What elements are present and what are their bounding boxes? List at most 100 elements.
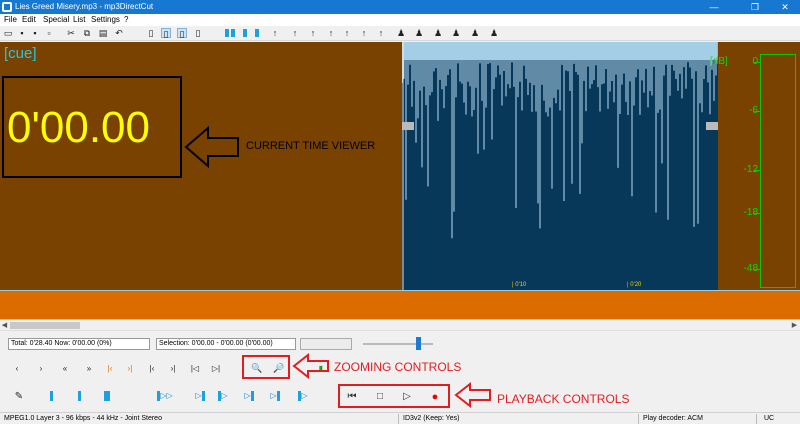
pencil-icon[interactable]: ✎ — [14, 392, 24, 402]
waveform-graph — [402, 42, 718, 290]
step-forward-icon[interactable]: › — [36, 364, 46, 374]
menu-settings[interactable]: Settings — [91, 15, 120, 24]
menu-bar: File Edit Special List Settings ? — [0, 14, 800, 26]
zoom-out-button[interactable]: 🔎 — [272, 362, 286, 374]
user-icon[interactable]: ♟ — [396, 28, 406, 38]
waveform-view[interactable]: | 0'10 | 0'20 — [402, 42, 718, 290]
cut-end-icon[interactable] — [74, 391, 84, 401]
set-cue-icon[interactable]: ↑ — [290, 28, 300, 38]
set-cue-icon[interactable]: ↑ — [326, 28, 336, 38]
current-time-value: 0'00.00 — [7, 103, 150, 152]
app-icon — [2, 2, 12, 12]
ruler-label: | 0'10 — [512, 282, 527, 288]
previous-button[interactable]: ⏮ — [345, 390, 359, 404]
scroll-thumb[interactable] — [10, 322, 80, 329]
set-cue-icon[interactable]: ↑ — [308, 28, 318, 38]
set-start-icon[interactable]: ↑ — [270, 28, 280, 38]
volume-slider-thumb[interactable] — [416, 337, 421, 350]
next-marker-icon[interactable]: ›| — [168, 364, 178, 374]
menu-file[interactable]: File — [4, 15, 17, 24]
db-unit-label: [dB] — [710, 56, 728, 67]
save-selection-icon[interactable]: ▪ — [30, 28, 40, 38]
title-bar: Lies Greed Misery.mp3 - mp3DirectCut — ❐… — [0, 0, 800, 14]
mode-status: UC — [764, 415, 775, 422]
record-button[interactable]: ● — [428, 390, 442, 404]
ruler-label: | 0'20 — [627, 282, 642, 288]
blank-field — [300, 338, 352, 350]
zoom-annotation: ZOOMING CONTROLS — [334, 360, 462, 374]
toolbar: ▭ ▪ ▪ ▫ ✂ ⧉ ▤ ↶ ▯ ▯ ▯ ▯ ↑ ↑ ↑ ↑ ↑ ↑ ↑ ♟ … — [0, 26, 800, 41]
cue-label: [cue] — [4, 45, 37, 62]
selection-display: Selection: 0'00.00 - 0'00.00 (0'00.00) — [156, 338, 296, 350]
user-icon[interactable]: ♟ — [433, 28, 443, 38]
stop-button[interactable]: □ — [373, 390, 387, 404]
annotation-arrow-icon — [184, 126, 239, 168]
current-time-annotation: CURRENT TIME VIEWER — [246, 140, 376, 152]
menu-edit[interactable]: Edit — [22, 15, 36, 24]
go-start-icon[interactable]: |◁ — [190, 364, 200, 374]
selection-left-icon[interactable]: ▷ — [190, 391, 210, 401]
volume-slider-track[interactable] — [363, 343, 433, 345]
status-bar: MPEG1.0 Layer 3 - 96 kbps - 44 kHz - Joi… — [0, 412, 800, 424]
save-icon[interactable]: ▪ — [17, 28, 27, 38]
overview-strip[interactable] — [0, 290, 800, 320]
minimize-button[interactable]: — — [700, 0, 728, 14]
page-view-2-icon[interactable]: ▯ — [177, 28, 187, 39]
user-icon[interactable]: ♟ — [489, 28, 499, 38]
forward-icon[interactable]: » — [84, 364, 94, 374]
print-icon[interactable]: ▫ — [44, 28, 54, 38]
horizontal-scrollbar[interactable]: ◀ ▶ — [0, 320, 800, 331]
close-button[interactable]: ✕ — [771, 0, 799, 14]
right-handle[interactable] — [706, 122, 718, 130]
open-icon[interactable]: ▭ — [3, 28, 13, 38]
format-status: MPEG1.0 Layer 3 - 96 kbps - 44 kHz - Joi… — [4, 415, 162, 422]
cue-panel: [cue] 0'00.00 CURRENT TIME VIEWER — [0, 42, 402, 290]
user-icon[interactable]: ♟ — [470, 28, 480, 38]
undo-icon[interactable]: ↶ — [114, 28, 124, 38]
prev-cue-icon[interactable]: |‹ — [105, 364, 115, 374]
level-meter: [dB] 0 -6 -12 -18 -48 — [710, 42, 800, 290]
zoom-annotation-arrow-icon — [292, 353, 329, 379]
cut-icon[interactable]: ✂ — [66, 28, 76, 38]
next-cue-icon[interactable]: ›| — [125, 364, 135, 374]
marker-bar-icon[interactable] — [231, 29, 235, 37]
set-cue-icon[interactable]: ↑ — [359, 28, 369, 38]
playback-annotation: PLAYBACK CONTROLS — [497, 392, 630, 406]
maximize-button[interactable]: ❐ — [741, 0, 769, 14]
marker-bar-icon[interactable] — [255, 29, 259, 37]
paste-icon[interactable]: ▤ — [98, 28, 108, 38]
scroll-left-icon[interactable]: ◀ — [0, 320, 9, 331]
play-button[interactable]: ▷ — [400, 390, 414, 404]
marker-bar-icon[interactable] — [225, 29, 229, 37]
marker-bar-icon[interactable] — [243, 29, 247, 37]
page-view-1-icon[interactable]: ▯ — [161, 28, 171, 39]
zoom-in-button[interactable]: 🔍 — [250, 362, 264, 374]
rewind-icon[interactable]: « — [60, 364, 70, 374]
current-time-box: 0'00.00 — [2, 76, 182, 178]
copy-icon[interactable]: ⧉ — [82, 28, 92, 38]
cut-start-icon[interactable] — [46, 391, 56, 401]
play-selection-icon[interactable]: ▷▷ — [150, 391, 180, 401]
select-icon[interactable] — [102, 391, 112, 401]
status-divider — [398, 414, 399, 424]
menu-help[interactable]: ? — [124, 15, 128, 24]
selection-right-icon[interactable]: ▷ — [214, 391, 232, 401]
left-handle[interactable] — [402, 122, 414, 130]
move-marker-icon[interactable]: ▷ — [294, 391, 312, 401]
window-title: Lies Greed Misery.mp3 - mp3DirectCut — [15, 2, 154, 11]
move-marker-icon[interactable]: ▷ — [240, 391, 258, 401]
page-icon[interactable]: ▯ — [146, 28, 156, 38]
set-cue-icon[interactable]: ↑ — [376, 28, 386, 38]
set-cue-icon[interactable]: ↑ — [342, 28, 352, 38]
move-marker-icon[interactable]: ▷ — [266, 391, 284, 401]
user-icon[interactable]: ♟ — [414, 28, 424, 38]
decoder-status: Play decoder: ACM — [643, 415, 703, 422]
scroll-right-icon[interactable]: ▶ — [790, 320, 799, 331]
page-view-3-icon[interactable]: ▯ — [193, 28, 203, 38]
menu-list[interactable]: List — [73, 15, 85, 24]
menu-special[interactable]: Special — [43, 15, 69, 24]
go-end-icon[interactable]: ▷| — [211, 364, 221, 374]
prev-marker-icon[interactable]: |‹ — [147, 364, 157, 374]
user-icon[interactable]: ♟ — [451, 28, 461, 38]
step-back-icon[interactable]: ‹ — [12, 364, 22, 374]
